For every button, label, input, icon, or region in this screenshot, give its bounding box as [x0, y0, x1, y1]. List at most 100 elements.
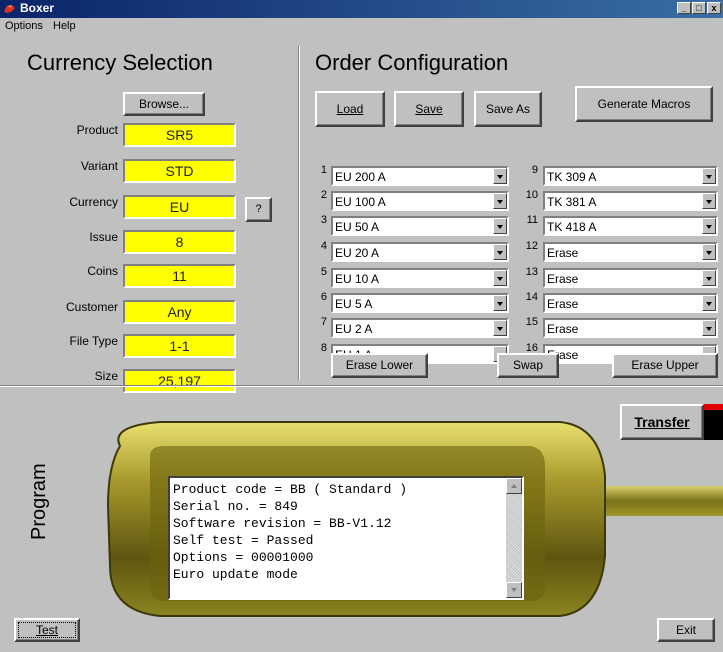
currency-field-value: SR5 [123, 123, 236, 147]
currency-field-label: Currency [69, 195, 118, 209]
slot-number: 5 [320, 266, 327, 278]
dropdown-arrow-icon[interactable] [493, 270, 507, 286]
slot-number: 1 [320, 164, 327, 176]
console-line: Serial no. = 849 [173, 499, 298, 514]
slot-select[interactable]: EU 200 A [331, 166, 509, 186]
slot-select-value: TK 381 A [547, 195, 597, 209]
console-text: Product code = BB ( Standard ) Serial no.… [173, 481, 407, 583]
minimize-button[interactable]: _ [677, 2, 691, 14]
dropdown-arrow-icon[interactable] [493, 320, 507, 336]
currency-field-value: STD [123, 159, 236, 183]
slot-number: 15 [525, 316, 538, 328]
maximize-button[interactable]: □ [692, 2, 706, 14]
scroll-down-icon [511, 588, 517, 592]
slot-select-value: TK 309 A [547, 170, 597, 184]
dropdown-arrow-icon[interactable] [493, 193, 507, 209]
slot-number: 13 [525, 266, 538, 278]
currency-field-value: EU [123, 195, 236, 219]
slot-select-value: Erase [547, 246, 579, 260]
slot-select-value: Erase [547, 272, 579, 286]
currency-field-label: Variant [80, 159, 118, 173]
window-title: Boxer [20, 1, 55, 15]
load-button[interactable]: Load [315, 91, 385, 127]
menu-bar: Options Help [0, 18, 723, 36]
title-bar: Boxer _ □ x [0, 0, 723, 18]
currency-field-label: Coins [87, 264, 118, 278]
currency-field-value: Any [123, 300, 236, 324]
slot-select[interactable]: EU 100 A [331, 191, 509, 211]
slot-select-value: EU 10 A [335, 272, 380, 286]
slot-select[interactable]: TK 418 A [543, 216, 718, 236]
slot-number: 9 [531, 164, 538, 176]
dropdown-arrow-icon[interactable] [702, 218, 716, 234]
slot-select[interactable]: Erase [543, 293, 718, 313]
slot-number: 6 [320, 291, 327, 303]
console-line: Options = 00001000 [173, 550, 314, 565]
slot-select[interactable]: EU 5 A [331, 293, 509, 313]
browse-button[interactable]: Browse... [123, 92, 205, 116]
currency-field-label: File Type [69, 334, 118, 348]
menu-options[interactable]: Options [5, 20, 43, 32]
currency-field-value: 8 [123, 230, 236, 254]
slot-select[interactable]: EU 10 A [331, 268, 509, 288]
dropdown-arrow-icon[interactable] [702, 244, 716, 260]
currency-selection-title: Currency Selection [27, 50, 213, 75]
slot-number: 3 [320, 214, 327, 226]
slot-select-value: EU 5 A [335, 297, 373, 311]
currency-field-value: 1-1 [123, 334, 236, 358]
slot-select[interactable]: EU 2 A [331, 318, 509, 338]
generate-macros-button[interactable]: Generate Macros [575, 86, 713, 122]
slot-select[interactable]: TK 309 A [543, 166, 718, 186]
close-button[interactable]: x [707, 2, 721, 14]
dropdown-arrow-icon[interactable] [702, 320, 716, 336]
test-button[interactable]: Test [14, 618, 80, 642]
status-console[interactable]: Product code = BB ( Standard ) Serial no.… [168, 476, 524, 600]
dropdown-arrow-icon[interactable] [493, 244, 507, 260]
scroll-up-button[interactable] [506, 478, 522, 494]
transfer-indicator [704, 410, 723, 440]
scroll-up-icon [511, 484, 517, 488]
dropdown-arrow-icon[interactable] [493, 168, 507, 184]
slot-select[interactable]: Erase [543, 318, 718, 338]
slot-select[interactable]: Erase [543, 242, 718, 262]
save-as-button[interactable]: Save As [474, 91, 542, 127]
slot-select-value: Erase [547, 322, 579, 336]
exit-button[interactable]: Exit [657, 618, 715, 642]
currency-field-value: 11 [123, 264, 236, 288]
slot-select[interactable]: TK 381 A [543, 191, 718, 211]
vertical-divider [298, 46, 300, 380]
dropdown-arrow-icon[interactable] [702, 168, 716, 184]
dropdown-arrow-icon[interactable] [702, 193, 716, 209]
slot-select-value: EU 100 A [335, 195, 386, 209]
slot-number: 11 [526, 214, 538, 226]
slot-select[interactable]: EU 20 A [331, 242, 509, 262]
erase-upper-button[interactable]: Erase Upper [612, 353, 718, 378]
scroll-down-button[interactable] [506, 582, 522, 598]
slot-number: 7 [320, 316, 327, 328]
erase-lower-button[interactable]: Erase Lower [331, 353, 428, 378]
slot-number: 4 [320, 240, 327, 252]
dropdown-arrow-icon[interactable] [493, 218, 507, 234]
dropdown-arrow-icon[interactable] [702, 270, 716, 286]
slot-select-value: EU 50 A [335, 220, 380, 234]
swap-button[interactable]: Swap [497, 353, 559, 378]
slot-select-value: TK 418 A [547, 220, 597, 234]
currency-help-button[interactable]: ? [245, 197, 272, 222]
dropdown-arrow-icon[interactable] [493, 295, 507, 311]
boxer-app-icon[interactable] [3, 3, 16, 14]
order-configuration-title: Order Configuration [315, 50, 509, 75]
slot-select-value: Erase [547, 297, 579, 311]
slot-number: 8 [320, 342, 327, 354]
currency-field-label: Customer [65, 300, 118, 314]
slot-select[interactable]: EU 50 A [331, 216, 509, 236]
dropdown-arrow-icon[interactable] [702, 295, 716, 311]
slot-number: 14 [525, 291, 538, 303]
slot-number: 2 [320, 189, 327, 201]
currency-field-label: Issue [89, 230, 118, 244]
console-scrollbar[interactable] [506, 478, 522, 598]
transfer-button[interactable]: Transfer [620, 404, 704, 440]
currency-field-label: Product [76, 123, 118, 137]
slot-select[interactable]: Erase [543, 268, 718, 288]
save-button[interactable]: Save [394, 91, 464, 127]
menu-help[interactable]: Help [53, 20, 76, 32]
